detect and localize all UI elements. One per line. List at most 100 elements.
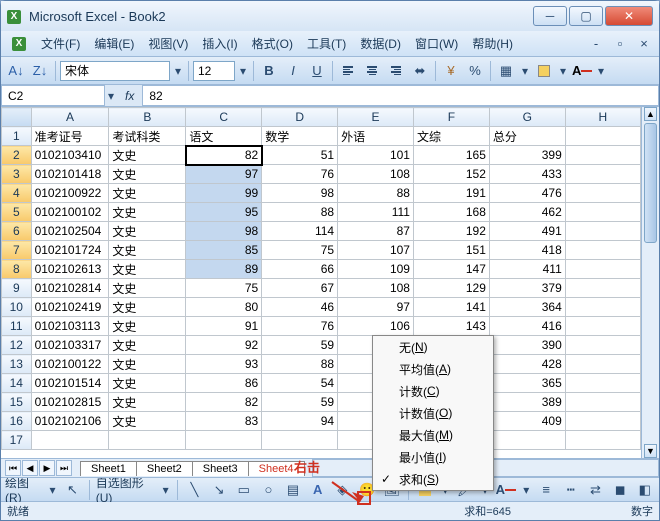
menu-view[interactable]: 视图(V)	[142, 33, 194, 54]
cell[interactable]: 59	[262, 336, 338, 355]
formula-input[interactable]: 82	[142, 85, 659, 106]
row-header[interactable]: 10	[2, 298, 32, 317]
row-header[interactable]: 15	[2, 393, 32, 412]
cell[interactable]: 107	[338, 241, 414, 260]
cell[interactable]	[565, 336, 640, 355]
cell[interactable]: 418	[489, 241, 565, 260]
currency-button[interactable]: ¥	[440, 60, 462, 82]
cell[interactable]	[565, 184, 640, 203]
cell[interactable]: 语文	[186, 127, 262, 146]
row-header[interactable]: 13	[2, 355, 32, 374]
cell[interactable]	[565, 431, 640, 450]
3d-icon[interactable]: ◧	[634, 479, 655, 501]
row-header[interactable]: 12	[2, 336, 32, 355]
cell[interactable]: 75	[262, 241, 338, 260]
cell[interactable]: 0102102815	[31, 393, 109, 412]
context-menu-item[interactable]: 最小值(I)	[373, 446, 493, 468]
cell[interactable]: 82	[186, 393, 262, 412]
sort-desc-icon[interactable]: Z↓	[29, 60, 51, 82]
cell[interactable]: 428	[489, 355, 565, 374]
row-header[interactable]: 17	[2, 431, 32, 450]
cell[interactable]: 409	[489, 412, 565, 431]
cell[interactable]: 86	[186, 374, 262, 393]
cell[interactable]	[565, 260, 640, 279]
cell[interactable]: 文史	[109, 279, 186, 298]
cell[interactable]: 390	[489, 336, 565, 355]
cell[interactable]: 99	[186, 184, 262, 203]
cell[interactable]: 0102103317	[31, 336, 109, 355]
diagram-icon[interactable]: ◈	[332, 479, 353, 501]
cell[interactable]: 462	[489, 203, 565, 222]
cell[interactable]: 文史	[109, 203, 186, 222]
row-header[interactable]: 4	[2, 184, 32, 203]
shadow-icon[interactable]: ◼	[610, 479, 631, 501]
menu-edit[interactable]: 编辑(E)	[88, 33, 140, 54]
cell[interactable]: 85	[186, 241, 262, 260]
cell[interactable]: 101	[338, 146, 414, 165]
cell[interactable]: 92	[186, 336, 262, 355]
row-header[interactable]: 2	[2, 146, 32, 165]
cell[interactable]: 总分	[489, 127, 565, 146]
cell[interactable]: 411	[489, 260, 565, 279]
cell[interactable]: 文史	[109, 146, 186, 165]
cell[interactable]: 文史	[109, 393, 186, 412]
col-header[interactable]: A	[31, 108, 109, 127]
cell[interactable]: 151	[413, 241, 489, 260]
cell[interactable]: 80	[186, 298, 262, 317]
sort-asc-icon[interactable]: A↓	[5, 60, 27, 82]
context-menu-item[interactable]: 平均值(A)	[373, 358, 493, 380]
sheet-tab[interactable]: Sheet1	[80, 461, 137, 476]
cell[interactable]: 75	[186, 279, 262, 298]
cell[interactable]: 191	[413, 184, 489, 203]
row-header[interactable]: 1	[2, 127, 32, 146]
cell[interactable]: 0102102419	[31, 298, 109, 317]
sheet-tab[interactable]: Sheet3	[192, 461, 249, 476]
row-header[interactable]: 8	[2, 260, 32, 279]
cell[interactable]	[565, 374, 640, 393]
fill-color-button[interactable]	[533, 60, 555, 82]
row-header[interactable]: 16	[2, 412, 32, 431]
status-sum[interactable]: 求和=645	[464, 503, 511, 519]
select-objects-icon[interactable]: ↖	[62, 479, 83, 501]
cell[interactable]: 364	[489, 298, 565, 317]
cell[interactable]: 0102102106	[31, 412, 109, 431]
cell[interactable]: 文史	[109, 184, 186, 203]
cell[interactable]: 0102101724	[31, 241, 109, 260]
menu-insert[interactable]: 插入(I)	[196, 33, 243, 54]
line-style-icon[interactable]: ≡	[536, 479, 557, 501]
cell[interactable]: 141	[413, 298, 489, 317]
cell[interactable]: 108	[338, 279, 414, 298]
italic-button[interactable]: I	[282, 60, 304, 82]
cell[interactable]: 数学	[262, 127, 338, 146]
cell[interactable]: 文综	[413, 127, 489, 146]
row-header[interactable]: 11	[2, 317, 32, 336]
cell[interactable]: 0102102504	[31, 222, 109, 241]
mdi-minimize[interactable]: -	[585, 33, 607, 55]
cell[interactable]: 108	[338, 165, 414, 184]
menu-window[interactable]: 窗口(W)	[409, 33, 464, 54]
cell[interactable]: 67	[262, 279, 338, 298]
autoshapes-menu[interactable]: 自选图形(U)	[96, 474, 156, 505]
cell[interactable]	[565, 298, 640, 317]
col-header[interactable]: B	[109, 108, 186, 127]
cell[interactable]: 76	[262, 165, 338, 184]
row-header[interactable]: 6	[2, 222, 32, 241]
cell[interactable]: 192	[413, 222, 489, 241]
tab-nav-first[interactable]: ⏮	[5, 460, 21, 476]
row-header[interactable]: 7	[2, 241, 32, 260]
textbox-icon[interactable]: ▤	[283, 479, 304, 501]
cell[interactable]: 91	[186, 317, 262, 336]
cell[interactable]	[565, 279, 640, 298]
font-size-select[interactable]: 12	[193, 61, 235, 81]
cell[interactable]: 文史	[109, 165, 186, 184]
cell[interactable]: 考试科类	[109, 127, 186, 146]
merge-button[interactable]: ⬌	[409, 60, 431, 82]
tab-nav-last[interactable]: ⏭	[56, 460, 72, 476]
cell[interactable]: 365	[489, 374, 565, 393]
cell[interactable]: 97	[186, 165, 262, 184]
col-header[interactable]: F	[413, 108, 489, 127]
align-left-button[interactable]	[337, 60, 359, 82]
arrow-style-icon[interactable]: ⇄	[585, 479, 606, 501]
cell[interactable]: 143	[413, 317, 489, 336]
cell[interactable]: 文史	[109, 374, 186, 393]
